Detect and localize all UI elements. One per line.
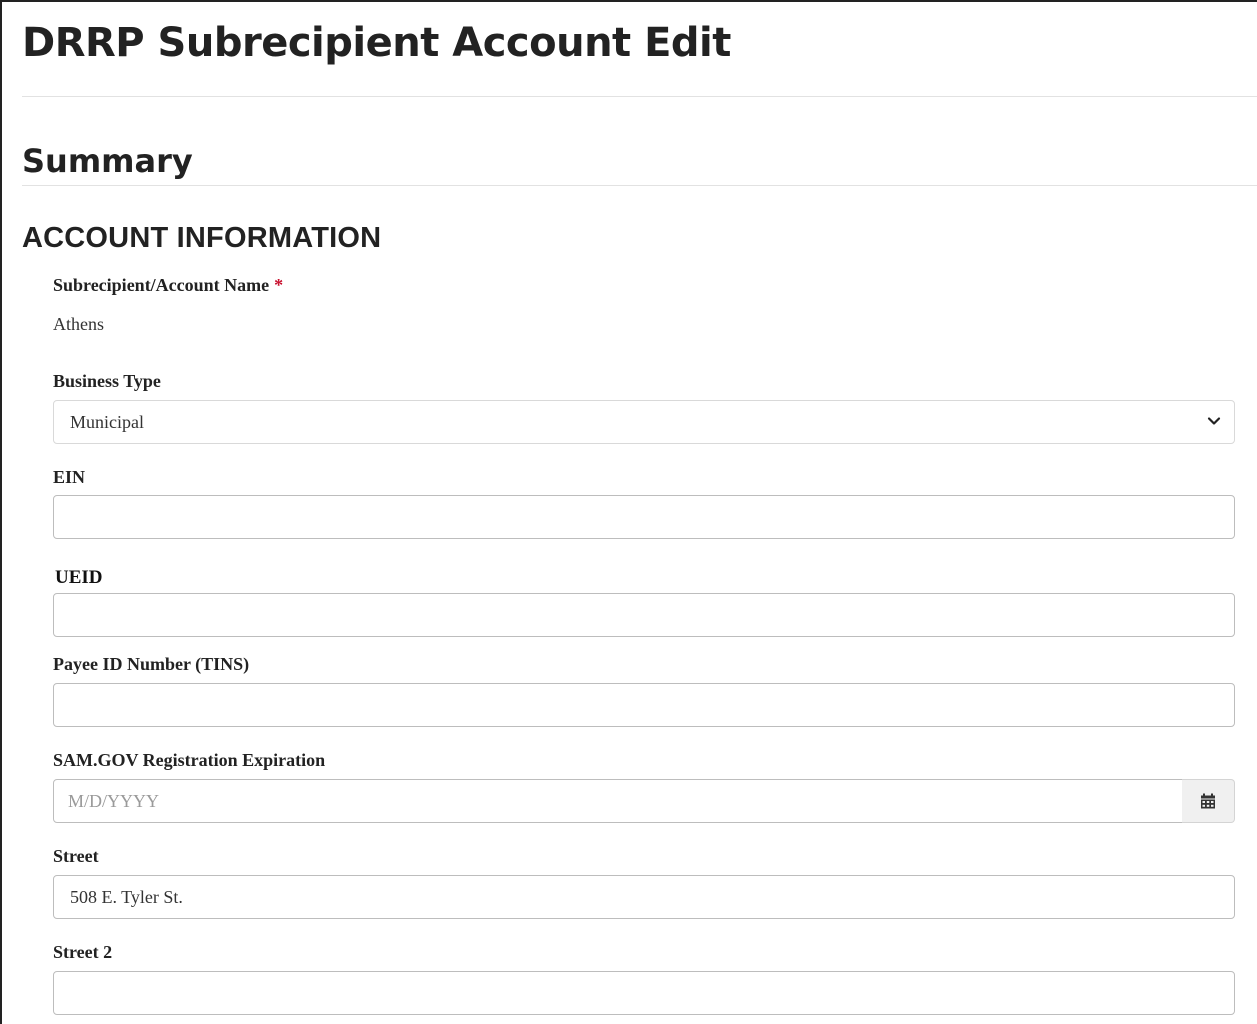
page-frame: DRRP Subrecipient Account Edit Summary A… xyxy=(0,0,1257,1024)
section-divider xyxy=(22,185,1257,186)
account-name-label: Subrecipient/Account Name * xyxy=(53,275,283,296)
business-type-label: Business Type xyxy=(53,371,161,391)
chevron-down-icon xyxy=(1207,417,1221,425)
account-name-label-text: Subrecipient/Account Name xyxy=(53,275,270,295)
payee-id-field[interactable] xyxy=(53,683,1235,727)
street2-label: Street 2 xyxy=(53,942,113,962)
street-label: Street xyxy=(53,846,99,866)
ueid-label: UEID xyxy=(55,567,103,588)
sam-expiration-field[interactable] xyxy=(53,779,1183,823)
sam-expiration-label: SAM.GOV Registration Expiration xyxy=(53,750,326,770)
street-field[interactable] xyxy=(53,875,1235,919)
account-name-value: Athens xyxy=(53,314,104,334)
payee-id-label: Payee ID Number (TINS) xyxy=(53,654,250,674)
sam-expiration-group xyxy=(53,779,1235,823)
title-divider xyxy=(22,96,1257,97)
calendar-button[interactable] xyxy=(1182,779,1235,823)
street2-field[interactable] xyxy=(53,971,1235,1015)
business-type-selected: Municipal xyxy=(70,411,144,432)
section-title: Summary xyxy=(22,142,193,180)
ueid-field[interactable] xyxy=(53,593,1235,637)
calendar-icon xyxy=(1201,793,1215,809)
page-title: DRRP Subrecipient Account Edit xyxy=(22,20,731,66)
required-marker: * xyxy=(274,275,284,295)
ein-field[interactable] xyxy=(53,495,1235,539)
ein-label: EIN xyxy=(53,467,86,487)
subsection-title: ACCOUNT INFORMATION xyxy=(22,222,382,254)
business-type-select[interactable]: Municipal xyxy=(53,400,1235,444)
